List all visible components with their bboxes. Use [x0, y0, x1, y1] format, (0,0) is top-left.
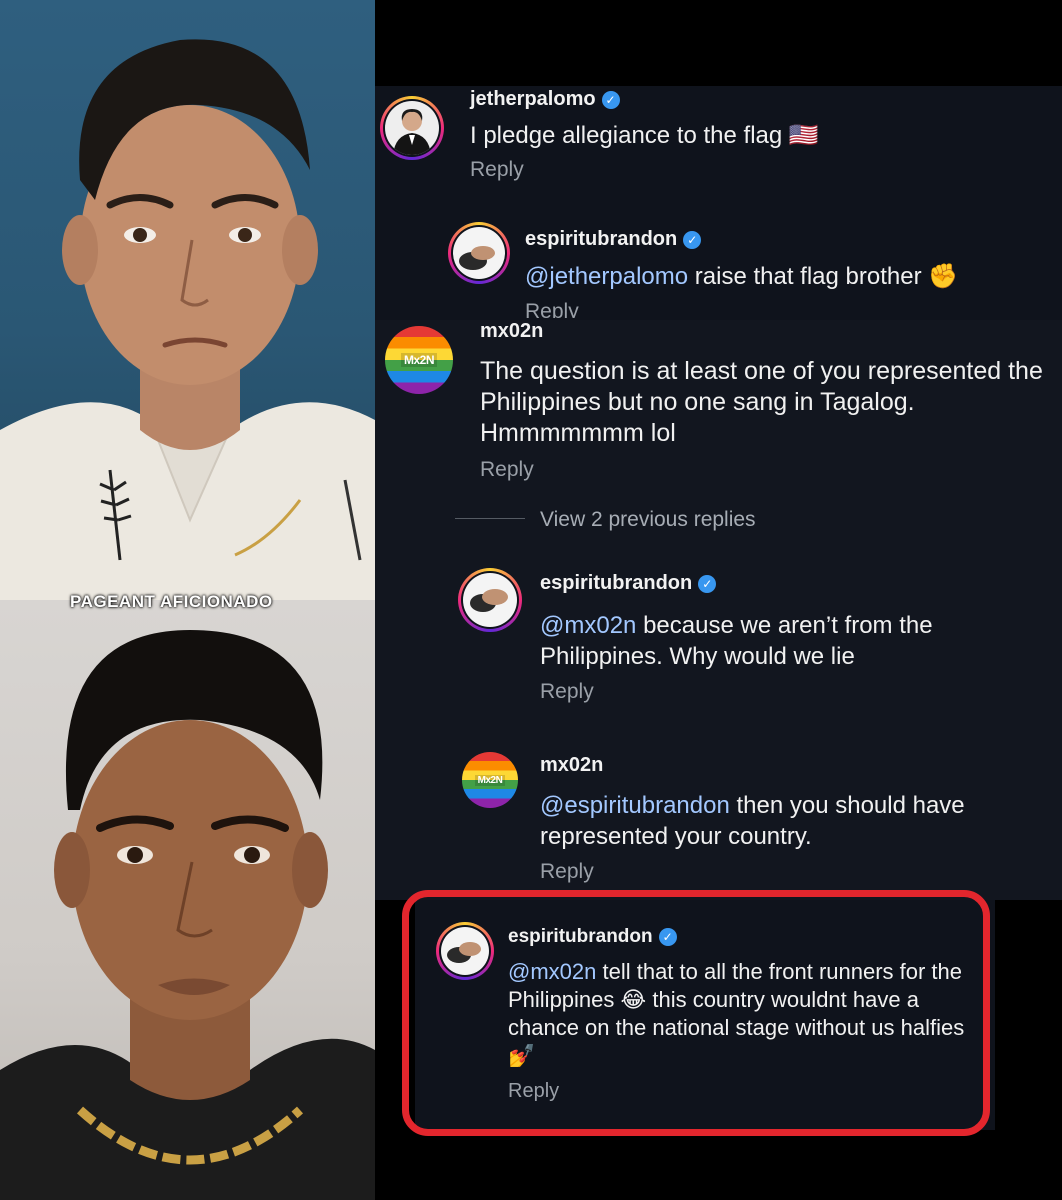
verified-badge-icon: ✓ [683, 230, 702, 249]
avatar[interactable]: Mx2N [385, 326, 453, 394]
reply-button[interactable]: Reply [540, 860, 594, 884]
username[interactable]: mx02n [480, 320, 543, 343]
reply-button[interactable]: Reply [540, 680, 594, 704]
reply-button[interactable]: Reply [470, 158, 524, 182]
raised-fist-emoji: ✊ [928, 263, 959, 290]
username[interactable]: espiritubrandon [540, 572, 692, 595]
username[interactable]: espiritubrandon [525, 228, 677, 251]
comment-text: @mx02n because we aren’t from the Philip… [540, 612, 933, 670]
verified-badge-icon: ✓ [698, 574, 717, 593]
view-previous-replies-link[interactable]: View 2 previous replies [540, 508, 756, 532]
mention-link[interactable]: @mx02n [540, 612, 636, 639]
avatar[interactable] [448, 222, 510, 284]
verified-badge-icon: ✓ [601, 90, 620, 109]
comment-text: @jetherpalomo raise that flag brother ✊ [525, 263, 959, 290]
portrait-photo-top [0, 0, 375, 600]
comment-text: The question is at least one of you repr… [480, 357, 1043, 447]
username[interactable]: jetherpalomo [470, 88, 596, 111]
portrait-photo-bottom [0, 600, 375, 1200]
photo-collage: PAGEANT AFICIONADO [0, 0, 375, 1200]
reply-button[interactable]: Reply [480, 458, 534, 482]
username[interactable]: mx02n [540, 754, 603, 777]
avatar[interactable] [458, 568, 522, 632]
avatar-logo-text: Mx2N [400, 353, 437, 367]
reply-button[interactable]: Reply [525, 300, 579, 318]
avatar-logo-text: Mx2N [474, 774, 506, 786]
avatar[interactable]: Mx2N [462, 752, 518, 808]
watermark-text: PAGEANT AFICIONADO [70, 592, 273, 611]
thread-line [455, 518, 525, 519]
mention-link[interactable]: @jetherpalomo [525, 263, 688, 290]
highlight-box [402, 890, 990, 1136]
comment-text: @espiritubrandon then you should have re… [540, 792, 965, 850]
avatar[interactable] [380, 96, 444, 160]
mention-link[interactable]: @espiritubrandon [540, 792, 730, 819]
comment-text: I pledge allegiance to the flag 🇺🇸 [470, 122, 819, 149]
us-flag-emoji: 🇺🇸 [788, 122, 819, 149]
